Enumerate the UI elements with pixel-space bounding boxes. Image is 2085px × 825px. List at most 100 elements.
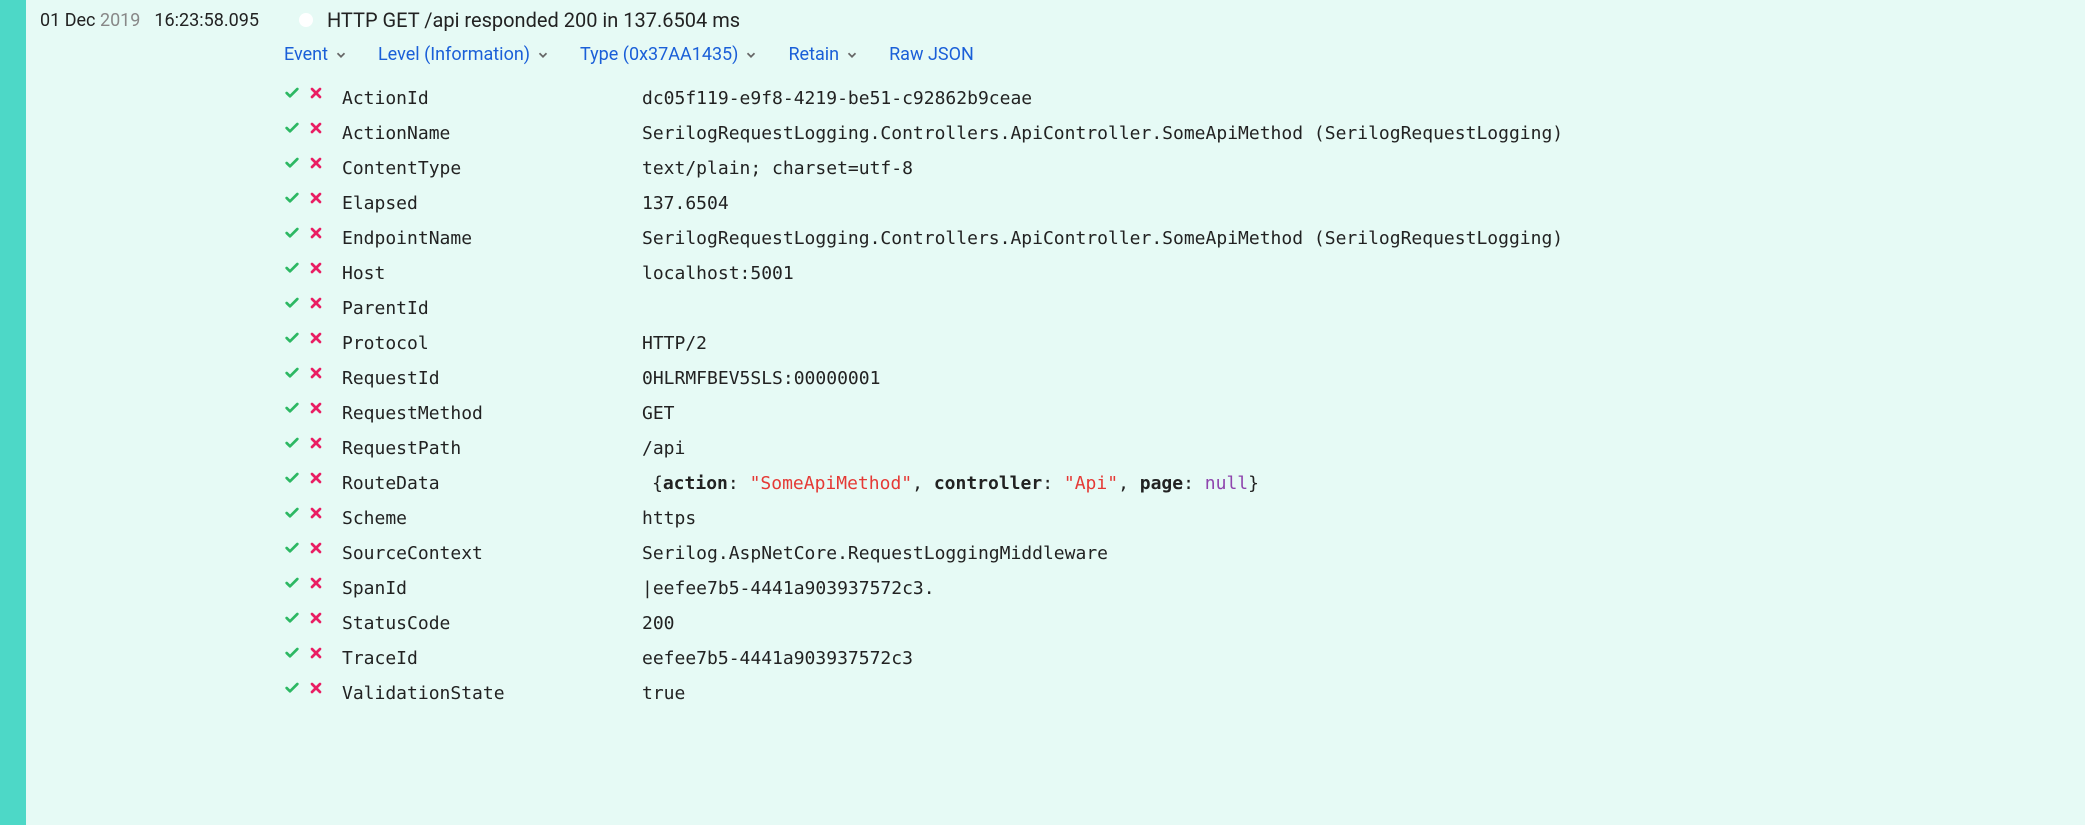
- property-row: ActionIddc05f119-e9f8-4219-be51-c92862b9…: [284, 81, 2085, 116]
- property-actions: [284, 540, 342, 556]
- exclude-filter-icon[interactable]: [308, 540, 324, 556]
- log-toolbar: Event Level (Information) Type (0x37AA14…: [284, 44, 2085, 65]
- include-filter-icon[interactable]: [284, 260, 300, 276]
- type-label: Type (0x37AA1435): [580, 44, 738, 65]
- include-filter-icon[interactable]: [284, 400, 300, 416]
- exclude-filter-icon[interactable]: [308, 190, 324, 206]
- property-actions: [284, 190, 342, 206]
- property-key: SourceContext: [342, 540, 642, 567]
- include-filter-icon[interactable]: [284, 330, 300, 346]
- property-key: Elapsed: [342, 190, 642, 217]
- log-header: 01 Dec 2019 16:23:58.095 HTTP GET /api r…: [40, 8, 2085, 32]
- property-key: Scheme: [342, 505, 642, 532]
- property-row: TraceIdeefee7b5-4441a903937572c3: [284, 641, 2085, 676]
- raw-json-link[interactable]: Raw JSON: [889, 44, 974, 65]
- include-filter-icon[interactable]: [284, 190, 300, 206]
- property-actions: [284, 470, 342, 486]
- level-dropdown[interactable]: Level (Information): [378, 44, 550, 65]
- property-key: ActionId: [342, 85, 642, 112]
- include-filter-icon[interactable]: [284, 295, 300, 311]
- property-key: ActionName: [342, 120, 642, 147]
- chevron-down-icon: [845, 48, 859, 62]
- route-controller-value: "Api": [1064, 473, 1118, 494]
- property-row: RequestId0HLRMFBEV5SLS:00000001: [284, 361, 2085, 396]
- chevron-down-icon: [744, 48, 758, 62]
- include-filter-icon[interactable]: [284, 505, 300, 521]
- property-row: RequestPath/api: [284, 431, 2085, 466]
- property-row: ContentTypetext/plain; charset=utf-8: [284, 151, 2085, 186]
- include-filter-icon[interactable]: [284, 155, 300, 171]
- brace-close: }: [1248, 473, 1259, 494]
- exclude-filter-icon[interactable]: [308, 260, 324, 276]
- exclude-filter-icon[interactable]: [308, 330, 324, 346]
- exclude-filter-icon[interactable]: [308, 505, 324, 521]
- route-controller-key: controller: [934, 473, 1042, 494]
- properties-table: ActionIddc05f119-e9f8-4219-be51-c92862b9…: [284, 81, 2085, 711]
- exclude-filter-icon[interactable]: [308, 225, 324, 241]
- property-key: EndpointName: [342, 225, 642, 252]
- property-actions: [284, 575, 342, 591]
- exclude-filter-icon[interactable]: [308, 400, 324, 416]
- property-actions: [284, 120, 342, 136]
- property-key: Protocol: [342, 330, 642, 357]
- property-actions: [284, 645, 342, 661]
- property-row: ParentId: [284, 291, 2085, 326]
- exclude-filter-icon[interactable]: [308, 680, 324, 696]
- property-value: Serilog.AspNetCore.RequestLoggingMiddlew…: [642, 540, 2085, 567]
- property-actions: [284, 260, 342, 276]
- property-value: /api: [642, 435, 2085, 462]
- chevron-down-icon: [536, 48, 550, 62]
- route-page-value: null: [1205, 473, 1248, 494]
- property-key: SpanId: [342, 575, 642, 602]
- type-dropdown[interactable]: Type (0x37AA1435): [580, 44, 758, 65]
- property-key: ParentId: [342, 295, 642, 322]
- property-key: Host: [342, 260, 642, 287]
- include-filter-icon[interactable]: [284, 645, 300, 661]
- exclude-filter-icon[interactable]: [308, 610, 324, 626]
- include-filter-icon[interactable]: [284, 610, 300, 626]
- event-dropdown[interactable]: Event: [284, 44, 348, 65]
- log-entry: 01 Dec 2019 16:23:58.095 HTTP GET /api r…: [26, 0, 2085, 825]
- property-value: |eefee7b5-4441a903937572c3.: [642, 575, 2085, 602]
- timestamp-time: 16:23:58.095: [154, 10, 259, 31]
- property-value: GET: [642, 400, 2085, 427]
- property-key: StatusCode: [342, 610, 642, 637]
- route-action-value: "SomeApiMethod": [750, 473, 913, 494]
- property-key: RouteData: [342, 470, 642, 497]
- exclude-filter-icon[interactable]: [308, 435, 324, 451]
- include-filter-icon[interactable]: [284, 225, 300, 241]
- exclude-filter-icon[interactable]: [308, 85, 324, 101]
- brace-open: {: [652, 473, 663, 494]
- exclude-filter-icon[interactable]: [308, 295, 324, 311]
- property-row: Hostlocalhost:5001: [284, 256, 2085, 291]
- property-value: dc05f119-e9f8-4219-be51-c92862b9ceae: [642, 85, 2085, 112]
- include-filter-icon[interactable]: [284, 540, 300, 556]
- raw-json-label: Raw JSON: [889, 44, 974, 65]
- exclude-filter-icon[interactable]: [308, 645, 324, 661]
- selection-bar: [0, 0, 26, 825]
- exclude-filter-icon[interactable]: [308, 470, 324, 486]
- retain-dropdown[interactable]: Retain: [788, 44, 859, 65]
- property-actions: [284, 225, 342, 241]
- include-filter-icon[interactable]: [284, 435, 300, 451]
- level-label: Level (Information): [378, 44, 530, 65]
- property-key: RequestPath: [342, 435, 642, 462]
- property-value: https: [642, 505, 2085, 532]
- include-filter-icon[interactable]: [284, 120, 300, 136]
- exclude-filter-icon[interactable]: [308, 365, 324, 381]
- include-filter-icon[interactable]: [284, 365, 300, 381]
- property-row: SourceContextSerilog.AspNetCore.RequestL…: [284, 536, 2085, 571]
- exclude-filter-icon[interactable]: [308, 120, 324, 136]
- log-message: HTTP GET /api responded 200 in 137.6504 …: [327, 8, 740, 32]
- route-page-key: page: [1140, 473, 1183, 494]
- include-filter-icon[interactable]: [284, 575, 300, 591]
- include-filter-icon[interactable]: [284, 470, 300, 486]
- property-actions: [284, 85, 342, 101]
- include-filter-icon[interactable]: [284, 85, 300, 101]
- exclude-filter-icon[interactable]: [308, 575, 324, 591]
- property-row: StatusCode200: [284, 606, 2085, 641]
- chevron-down-icon: [334, 48, 348, 62]
- property-key: ValidationState: [342, 680, 642, 707]
- include-filter-icon[interactable]: [284, 680, 300, 696]
- exclude-filter-icon[interactable]: [308, 155, 324, 171]
